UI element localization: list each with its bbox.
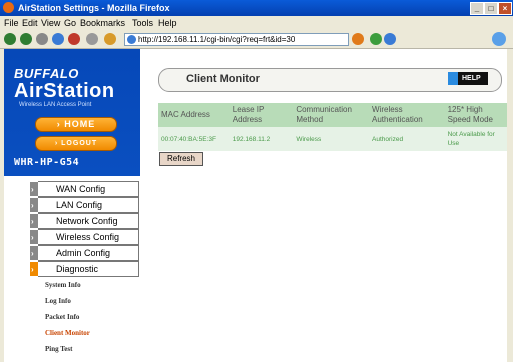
maximize-button[interactable]: □ bbox=[484, 2, 498, 15]
menu-tools[interactable]: Tools bbox=[132, 18, 153, 28]
sublink-client-monitor[interactable]: Client Monitor bbox=[45, 329, 90, 337]
menu-view[interactable]: View bbox=[41, 18, 60, 28]
page-title: Client Monitor bbox=[186, 73, 260, 85]
help-icon bbox=[448, 72, 458, 85]
home-icon[interactable] bbox=[104, 33, 116, 45]
sidebar-item-label: LAN Config bbox=[56, 200, 103, 210]
sidebar-item-label: Diagnostic bbox=[56, 264, 99, 274]
minimize-button[interactable]: _ bbox=[470, 2, 484, 15]
sublink-ping-test[interactable]: Ping Test bbox=[45, 345, 72, 353]
forward-icon[interactable] bbox=[20, 33, 32, 45]
print-icon[interactable] bbox=[86, 33, 98, 45]
sublink-log-info[interactable]: Log Info bbox=[45, 297, 71, 305]
sidebar-item-wireless-config[interactable]: › Wireless Config bbox=[30, 229, 139, 245]
sidebar-item-admin-config[interactable]: › Admin Config bbox=[30, 245, 139, 261]
logout-button-label: LOGOUT bbox=[61, 140, 98, 147]
arrow-icon: › bbox=[31, 249, 34, 258]
bookmark-icon[interactable] bbox=[352, 33, 364, 45]
menu-file[interactable]: File bbox=[4, 18, 19, 28]
sidebar-item-network-config[interactable]: › Network Config bbox=[30, 213, 139, 229]
arrow-icon: › bbox=[31, 265, 34, 274]
scrollbar[interactable] bbox=[507, 49, 513, 362]
window-title: AirStation Settings - Mozilla Firefox bbox=[18, 3, 170, 13]
table-cell: Not Available for Use bbox=[444, 127, 508, 151]
reload-icon[interactable] bbox=[52, 33, 64, 45]
sidebar-item-wan-config[interactable]: › WAN Config bbox=[30, 181, 139, 197]
firefox-icon bbox=[3, 2, 14, 13]
column-header: 125* High Speed Mode bbox=[444, 103, 508, 127]
sidebar-item-label: Wireless Config bbox=[56, 232, 120, 242]
arrow-icon: › bbox=[31, 217, 34, 226]
sidebar-item-label: WAN Config bbox=[56, 184, 106, 194]
column-header: Communication Method bbox=[293, 103, 370, 127]
arrow-icon: › bbox=[31, 201, 34, 210]
go-icon[interactable] bbox=[370, 33, 382, 45]
page-favicon-icon bbox=[127, 35, 136, 45]
dropdown-icon[interactable] bbox=[36, 33, 48, 45]
table-cell: 00:07:40:BA:5E:3F bbox=[158, 127, 230, 151]
title-bar: AirStation Settings - Mozilla Firefox _ … bbox=[0, 0, 513, 16]
product-logo: AirStation bbox=[14, 80, 115, 102]
menu-go[interactable]: Go bbox=[64, 18, 76, 28]
sidebar-item-diagnostic[interactable]: › Diagnostic bbox=[30, 261, 139, 277]
back-icon[interactable] bbox=[4, 33, 16, 45]
table-cell: Authorized bbox=[369, 127, 445, 151]
stop-icon[interactable] bbox=[68, 33, 80, 45]
column-header: MAC Address bbox=[158, 103, 230, 127]
refresh-button[interactable]: Refresh bbox=[159, 152, 203, 166]
menu-help[interactable]: Help bbox=[158, 18, 177, 28]
table-cell: Wireless bbox=[293, 127, 370, 151]
menu-bookmarks[interactable]: Bookmarks bbox=[80, 18, 125, 28]
home-button[interactable]: › HOME bbox=[35, 117, 117, 132]
sublink-packet-info[interactable]: Packet Info bbox=[45, 313, 79, 321]
table-cell: 192.168.11.2 bbox=[229, 127, 294, 151]
sidebar-item-label: Network Config bbox=[56, 216, 118, 226]
sidebar-item-lan-config[interactable]: › LAN Config bbox=[30, 197, 139, 213]
brand-logo: BUFFALO bbox=[14, 66, 79, 81]
address-url: http://192.168.11.1/cgi-bin/cgi?req=frt&… bbox=[138, 35, 296, 44]
arrow-icon: › bbox=[31, 185, 34, 194]
menu-edit[interactable]: Edit bbox=[22, 18, 38, 28]
help-button-label: HELP bbox=[462, 75, 481, 82]
throbber-icon bbox=[492, 32, 506, 46]
table-header-row: MAC Address Lease IP Address Communicati… bbox=[158, 103, 508, 127]
sidebar-item-label: Admin Config bbox=[56, 248, 111, 258]
help-button[interactable]: HELP bbox=[448, 72, 488, 85]
sublink-system-info[interactable]: System Info bbox=[45, 281, 81, 289]
logout-button[interactable]: › LOGOUT bbox=[35, 136, 117, 151]
arrow-icon: › bbox=[31, 233, 34, 242]
client-table: MAC Address Lease IP Address Communicati… bbox=[158, 103, 508, 151]
column-header: Lease IP Address bbox=[229, 103, 294, 127]
browser-window: AirStation Settings - Mozilla Firefox _ … bbox=[0, 0, 513, 362]
product-tagline: Wireless LAN Access Point bbox=[19, 102, 92, 108]
menu-bar: File Edit View Go Bookmarks Tools Help bbox=[0, 16, 513, 30]
table-row: 00:07:40:BA:5E:3F 192.168.11.2 Wireless … bbox=[158, 127, 508, 151]
search-icon[interactable] bbox=[384, 33, 396, 45]
address-input[interactable]: http://192.168.11.1/cgi-bin/cgi?req=frt&… bbox=[124, 33, 349, 46]
close-button[interactable]: × bbox=[498, 2, 512, 15]
model-name: WHR-HP-G54 bbox=[14, 157, 80, 168]
column-header: Wireless Authentication bbox=[369, 103, 445, 127]
home-button-label: HOME bbox=[64, 119, 96, 129]
